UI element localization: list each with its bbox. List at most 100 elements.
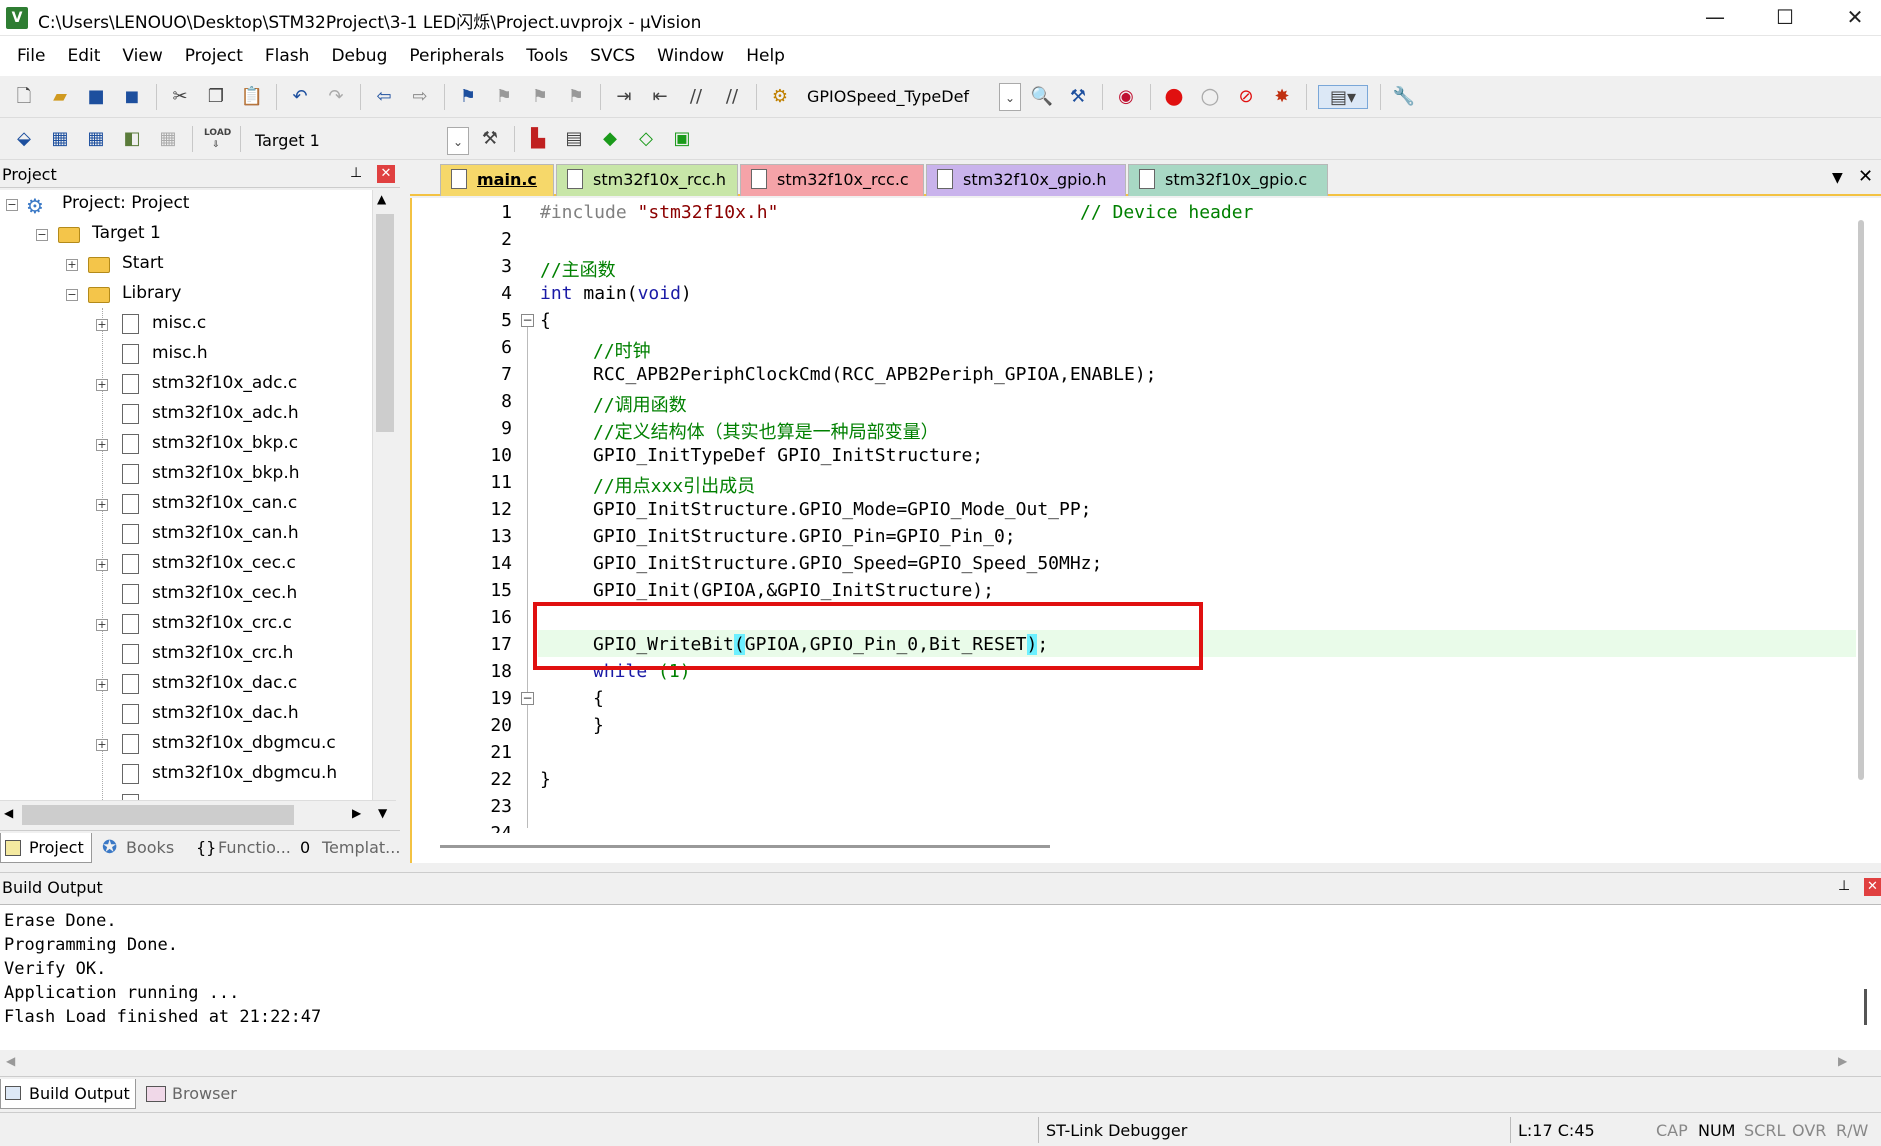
manage-rte-icon[interactable]: ▣	[670, 127, 694, 151]
select-packs-icon[interactable]: ◇	[634, 127, 658, 151]
tree-file-item[interactable]: stm32f10x_can.c	[152, 488, 297, 518]
tab-project[interactable]: Project	[0, 833, 92, 863]
tree-file-item[interactable]: stm32f10x_dac.h	[152, 698, 299, 728]
output-scrollbar-thumb[interactable]	[1864, 989, 1867, 1025]
tab-build-output[interactable]: Build Output	[0, 1079, 136, 1109]
expand-icon[interactable]: +	[66, 259, 78, 271]
collapse-icon[interactable]: −	[6, 199, 18, 211]
tree-file-item[interactable]: stm32f10x_bkp.h	[152, 458, 300, 488]
indent-icon[interactable]: ⇥	[612, 85, 636, 109]
tree-file-item[interactable]: stm32f10x_cec.c	[152, 548, 296, 578]
incremental-find-icon[interactable]: ⚒	[1066, 85, 1090, 109]
tab-stm32f10x-gpio-h[interactable]: stm32f10x_gpio.h	[926, 164, 1126, 196]
build-output-console[interactable]: Erase Done. Programming Done. Verify OK.…	[0, 904, 1881, 1054]
cut-icon[interactable]: ✂	[168, 85, 192, 109]
scrollbar-thumb[interactable]	[376, 214, 394, 432]
expand-icon[interactable]: +	[96, 439, 108, 451]
uncomment-icon[interactable]: //	[720, 85, 744, 109]
open-file-icon[interactable]: ▰	[48, 85, 72, 109]
menu-help[interactable]: Help	[735, 46, 796, 66]
scroll-right-icon[interactable]: ▶	[1838, 1054, 1847, 1068]
chevron-down-icon[interactable]: ⌄	[999, 83, 1021, 111]
menu-flash[interactable]: Flash	[254, 46, 321, 66]
tree-file-item[interactable]: stm32f10x_crc.h	[152, 638, 293, 668]
minimize-button[interactable]: —	[1680, 0, 1750, 36]
tree-file-item[interactable]: stm32f10x_cec.h	[152, 578, 297, 608]
rebuild-icon[interactable]: ▦	[84, 127, 108, 151]
load-download-icon[interactable]: LOAD ⇩	[204, 127, 231, 151]
tab-books[interactable]: ✪ Books	[98, 833, 180, 863]
new-file-icon[interactable]: 🗋	[12, 85, 36, 109]
tree-file-item[interactable]: stm32f10x_dac.c	[152, 668, 297, 698]
menu-tools[interactable]: Tools	[515, 46, 579, 66]
menu-project[interactable]: Project	[174, 46, 254, 66]
expand-icon[interactable]: +	[96, 739, 108, 751]
menu-debug[interactable]: Debug	[320, 46, 398, 66]
manage-project-items-icon[interactable]: ▙	[526, 127, 550, 151]
bookmark-icon[interactable]: ⚑	[456, 85, 480, 109]
paste-icon[interactable]: 📋	[240, 85, 264, 109]
unindent-icon[interactable]: ⇤	[648, 85, 672, 109]
menu-edit[interactable]: Edit	[56, 46, 111, 66]
tab-templates[interactable]: 0 Templat...	[296, 833, 400, 863]
pin-icon[interactable]: ⊥	[1838, 878, 1850, 894]
translate-icon[interactable]: ⬙	[12, 127, 36, 151]
tree-file-item[interactable]: misc.h	[152, 338, 208, 368]
batch-build-icon[interactable]: ◧	[120, 127, 144, 151]
tab-list-dropdown-icon[interactable]: ▼	[1832, 170, 1843, 186]
build-icon[interactable]: ▦	[48, 127, 72, 151]
build-output-horizontal-scrollbar[interactable]: ◀ ▶	[0, 1050, 1881, 1074]
stop-build-icon[interactable]: ▦	[156, 127, 180, 151]
menu-window[interactable]: Window	[646, 46, 735, 66]
scroll-down-icon[interactable]: ▼	[378, 806, 387, 820]
tree-file-item[interactable]: stm32f10x_dbgmcu.c	[152, 728, 336, 758]
target-select[interactable]: Target 1 ⌄	[248, 126, 470, 156]
expand-icon[interactable]: +	[96, 619, 108, 631]
find-in-files-icon[interactable]: ⚙	[768, 85, 792, 109]
project-panel-close-button[interactable]: ✕	[377, 165, 395, 183]
build-output-close-button[interactable]: ✕	[1864, 878, 1881, 896]
tree-item-target[interactable]: Target 1	[92, 218, 161, 248]
copy-icon[interactable]: ❐	[204, 85, 228, 109]
fold-collapse-icon[interactable]: −	[521, 314, 534, 327]
project-tree-vertical-scrollbar[interactable]: ▲	[372, 190, 396, 800]
collapse-icon[interactable]: −	[66, 289, 78, 301]
pin-icon[interactable]: ⊥	[350, 165, 362, 181]
menu-view[interactable]: View	[111, 46, 173, 66]
expand-icon[interactable]: +	[96, 499, 108, 511]
tree-item-project-root[interactable]: Project: Project	[62, 190, 189, 218]
tab-functions[interactable]: {} Functio...	[192, 833, 292, 863]
tree-file-item[interactable]: stm32f10x_adc.c	[152, 368, 297, 398]
maximize-button[interactable]: ☐	[1750, 0, 1820, 36]
expand-icon[interactable]: +	[96, 319, 108, 331]
tab-browser[interactable]: Browser	[142, 1079, 246, 1109]
chevron-down-icon[interactable]: ⌄	[447, 127, 469, 155]
redo-icon[interactable]: ↷	[324, 85, 348, 109]
tree-file-item[interactable]: stm32f10x_crc.c	[152, 608, 292, 638]
menu-peripherals[interactable]: Peripherals	[398, 46, 515, 66]
tab-main-c[interactable]: main.c	[440, 164, 554, 196]
menu-file[interactable]: File	[6, 46, 56, 66]
tree-item-group-library[interactable]: Library	[122, 278, 181, 308]
tree-file-item[interactable]: stm32f10x_can.h	[152, 518, 299, 548]
project-tree-horizontal-scrollbar[interactable]: ◀ ▶ ▼	[0, 800, 396, 828]
find-combo[interactable]: GPIOSpeed_TypeDef ⌄	[800, 82, 1022, 112]
breakpoint-icon[interactable]: ●	[1162, 85, 1186, 109]
nav-forward-icon[interactable]: ⇨	[408, 85, 432, 109]
editor-horizontal-scrollbar[interactable]	[440, 845, 1050, 848]
next-bookmark-icon[interactable]: ⚑	[528, 85, 552, 109]
save-icon[interactable]: ■	[84, 85, 108, 109]
close-window-button[interactable]: ✕	[1820, 0, 1881, 36]
manage-multi-project-icon[interactable]: ▤	[562, 127, 586, 151]
window-layout-icon[interactable]: ▤▾	[1318, 85, 1368, 109]
expand-icon[interactable]: +	[96, 379, 108, 391]
undo-icon[interactable]: ↶	[288, 85, 312, 109]
scrollbar-thumb[interactable]	[22, 805, 294, 825]
scroll-left-icon[interactable]: ◀	[4, 806, 13, 820]
configure-icon[interactable]: 🔧	[1392, 85, 1416, 109]
fold-collapse-icon[interactable]: −	[521, 692, 534, 705]
editor-vertical-scrollbar[interactable]	[1858, 220, 1864, 780]
disable-all-breakpoints-icon[interactable]: ⊘	[1234, 85, 1258, 109]
comment-icon[interactable]: //	[684, 85, 708, 109]
prev-bookmark-icon[interactable]: ⚑	[492, 85, 516, 109]
